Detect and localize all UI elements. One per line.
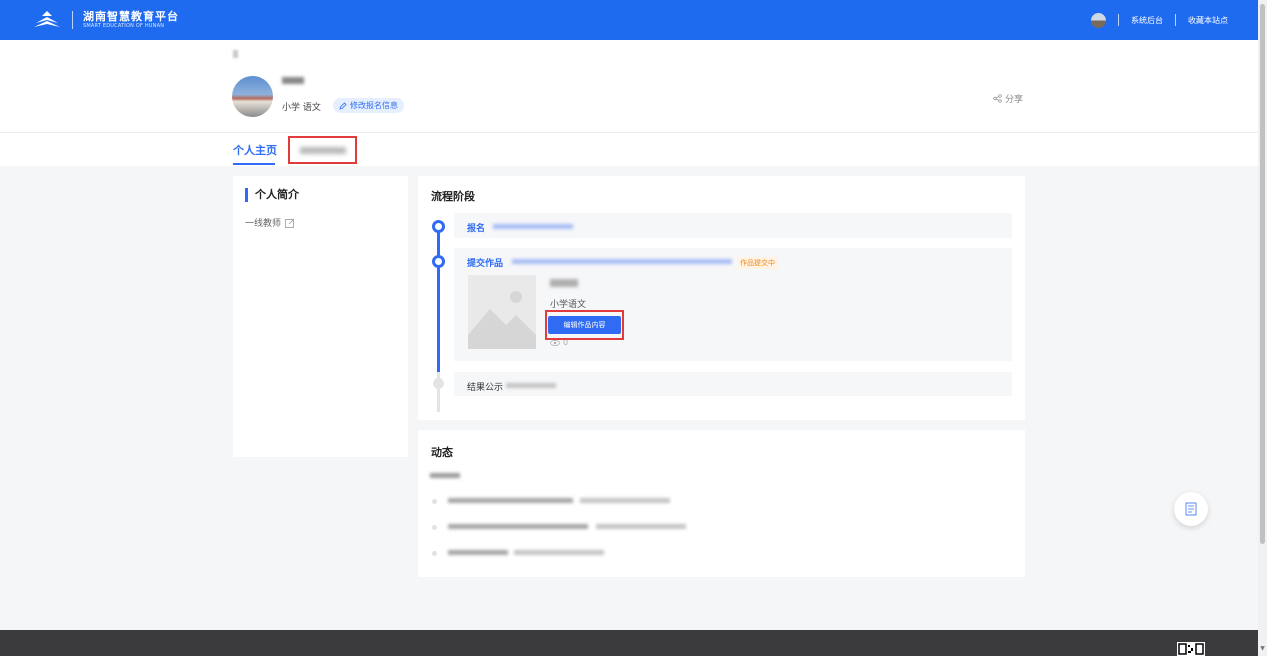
share-icon bbox=[993, 94, 1002, 103]
process-title: 流程阶段 bbox=[431, 190, 475, 203]
site-logo[interactable]: 湖南智慧教育平台 SMART EDUCATION OF HUNAN bbox=[32, 10, 179, 30]
step-signup: 报名 bbox=[454, 213, 1012, 238]
highlight-box-button bbox=[545, 310, 624, 340]
blurred-activity bbox=[596, 524, 686, 529]
footer bbox=[0, 630, 1258, 656]
top-navbar: 湖南智慧教育平台 SMART EDUCATION OF HUNAN 系统后台 收… bbox=[0, 0, 1258, 40]
pencil-icon bbox=[339, 101, 347, 110]
blurred-date bbox=[512, 259, 732, 264]
active-tab-indicator bbox=[233, 163, 275, 165]
timeline-dot-pending bbox=[433, 378, 444, 389]
blurred-activity bbox=[514, 550, 604, 555]
blurred-name bbox=[282, 77, 304, 84]
tab-home[interactable]: 个人主页 bbox=[233, 142, 277, 158]
blurred-date bbox=[430, 473, 460, 478]
step-submit: 提交作品 作品提交中 小学语文 编辑作品内容 0 bbox=[454, 248, 1012, 361]
activity-dot bbox=[432, 499, 437, 504]
timeline-line bbox=[437, 222, 440, 372]
intro-title: 个人简介 bbox=[245, 188, 299, 202]
profile-subject: 小学 语文 bbox=[282, 103, 321, 113]
blurred-activity bbox=[448, 550, 508, 555]
activity-dot bbox=[432, 525, 437, 530]
book-logo-icon bbox=[34, 11, 60, 27]
eye-icon bbox=[550, 339, 560, 346]
logo-title: 湖南智慧教育平台 bbox=[83, 10, 179, 23]
blurred-date bbox=[506, 383, 556, 388]
blurred-activity bbox=[448, 498, 573, 503]
work-thumbnail[interactable] bbox=[468, 275, 536, 349]
user-avatar[interactable] bbox=[1091, 12, 1106, 28]
top-right-menu: 系统后台 收藏本站点 bbox=[1091, 0, 1228, 40]
step-label-signup: 报名 bbox=[467, 224, 486, 234]
timeline-dot-active bbox=[432, 255, 445, 268]
admin-link[interactable]: 系统后台 bbox=[1131, 15, 1163, 26]
scrollbar-thumb[interactable] bbox=[1260, 4, 1265, 544]
intro-text: 一线教师 bbox=[245, 219, 282, 229]
step-label-result: 结果公示 bbox=[467, 383, 504, 393]
profile-avatar bbox=[232, 76, 273, 117]
work-subject: 小学语文 bbox=[550, 300, 587, 310]
floating-qr-button[interactable] bbox=[1174, 492, 1208, 526]
profile-header: 小学 语文 修改报名信息 分享 bbox=[0, 40, 1258, 132]
status-badge: 作品提交中 bbox=[737, 257, 778, 269]
blurred-activity bbox=[448, 524, 588, 529]
edit-icon[interactable] bbox=[285, 218, 295, 228]
blurred-work-title bbox=[550, 279, 578, 287]
step-result: 结果公示 bbox=[454, 372, 1012, 396]
timeline-dot-active bbox=[432, 220, 445, 233]
qr-icon bbox=[1185, 502, 1197, 516]
blurred-text bbox=[233, 50, 238, 58]
logo-subtitle: SMART EDUCATION OF HUNAN bbox=[83, 23, 165, 29]
highlight-box-tab bbox=[288, 136, 357, 164]
intro-text-row: 一线教师 bbox=[245, 216, 295, 229]
intro-card: 个人简介 一线教师 bbox=[233, 176, 408, 457]
qr-code-icon bbox=[1178, 643, 1204, 655]
activity-card: 动态 bbox=[418, 430, 1025, 577]
image-placeholder-icon bbox=[468, 291, 536, 349]
process-card: 流程阶段 报名 提交作品 作品提交中 小学语文 编辑作品内容 0 结果公示 bbox=[418, 176, 1025, 420]
logo-divider bbox=[72, 11, 73, 29]
profile-tabs: 个人主页 bbox=[0, 132, 1258, 166]
blurred-activity bbox=[580, 498, 670, 503]
step-label-submit: 提交作品 bbox=[467, 259, 504, 269]
divider bbox=[1118, 14, 1119, 26]
activity-title: 动态 bbox=[431, 446, 453, 459]
share-label: 分享 bbox=[1005, 95, 1024, 105]
edit-signup-label: 修改报名信息 bbox=[350, 101, 398, 110]
activity-dot bbox=[432, 551, 437, 556]
edit-signup-button[interactable]: 修改报名信息 bbox=[333, 98, 404, 113]
qr-code-image bbox=[1177, 642, 1205, 656]
blurred-date bbox=[493, 224, 573, 229]
scroll-down-icon[interactable]: ▼ bbox=[1259, 645, 1266, 653]
divider bbox=[1175, 14, 1176, 26]
logo-text: 湖南智慧教育平台 SMART EDUCATION OF HUNAN bbox=[83, 11, 179, 29]
share-button[interactable]: 分享 bbox=[993, 92, 1023, 105]
bookmark-link[interactable]: 收藏本站点 bbox=[1188, 15, 1228, 26]
